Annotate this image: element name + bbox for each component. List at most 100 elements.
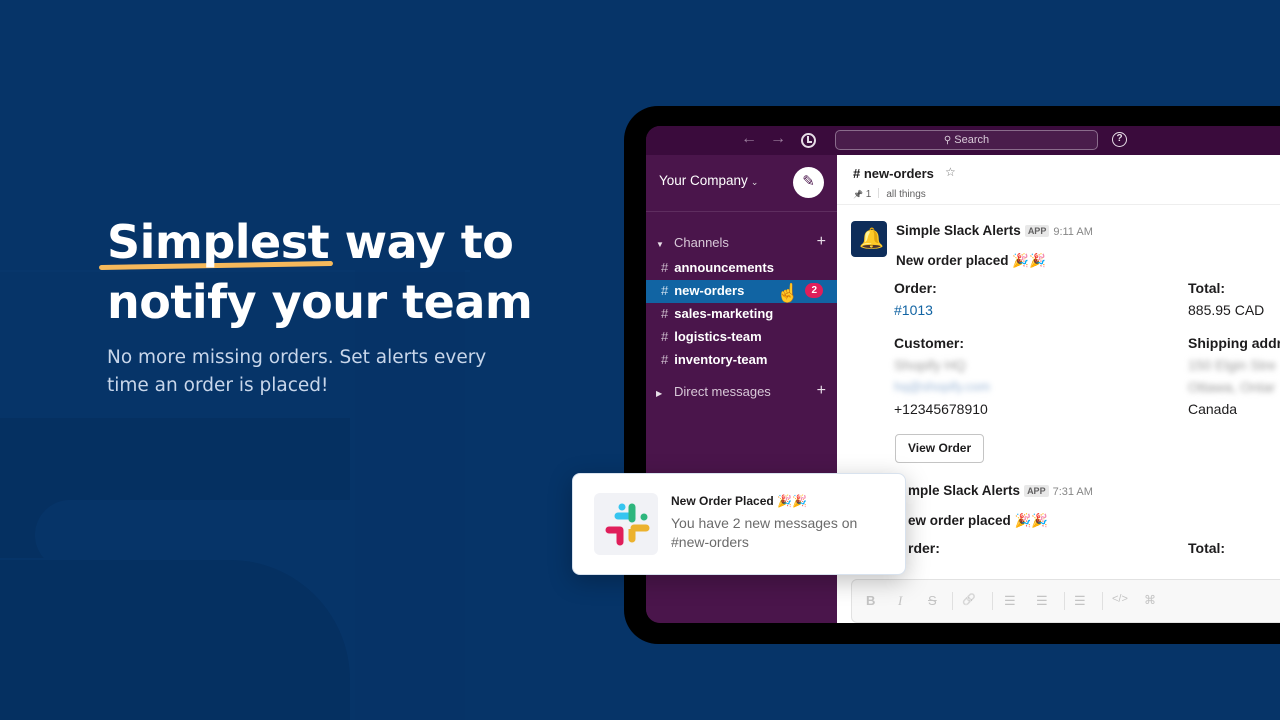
sidebar-item-logistics-team[interactable]: # logistics-team [646,326,837,349]
caret-right-icon: ▶ [656,389,663,398]
chevron-down-icon: ⌄ [750,177,759,187]
total-label: Total: [1188,280,1226,296]
bold-icon[interactable]: B [866,593,875,608]
unread-badge: 2 [805,283,823,298]
customer-name: Shopify HQ [894,357,966,373]
message-composer[interactable]: B I S 🔗 ☰ ☰ ☰ </> ⌘ [851,579,1280,623]
highlight-word: Simplest [107,215,330,269]
add-channel-icon[interactable]: + [817,233,826,251]
app-tag: APP [1024,225,1050,237]
customer-phone: +12345678910 [894,401,988,417]
direct-messages-section-header[interactable]: ▶ Direct messages + [656,382,826,400]
hero-title-line1-rest: way to [329,215,514,269]
meta-separator [878,188,880,198]
customer-label: Customer: [894,335,965,351]
titlebar: ← → ⚲ Search ? [646,126,1280,155]
notification-title: New Order Placed 🎉🎉 [671,494,807,508]
workspace-name: Your Company [659,173,748,188]
add-dm-icon[interactable]: + [817,382,826,400]
total-label: Total: [1188,540,1226,556]
toolbar-separator [992,592,993,610]
message-sender: Simple Slack Alerts APP 9:11 AM [896,223,1093,238]
desktop-notification[interactable]: New Order Placed 🎉🎉 You have 2 new messa… [572,473,906,575]
italic-icon[interactable]: I [898,593,902,609]
hand-cursor-icon: ☝ [776,283,799,303]
hash-icon: # [661,352,669,367]
shipping-line2: Ottawa, Ontar [1188,379,1276,395]
hash-icon: # [661,306,669,321]
pin-icon[interactable]: 📌 [853,190,863,199]
channel-title[interactable]: # new-orders [853,166,934,181]
channel-meta: 📌 1 all things [853,188,926,200]
hero-title: Simplest way to notify your team [98,212,533,332]
workspace-switcher[interactable]: Your Company ⌄ [659,173,758,188]
shipping-line1: 150 Elgin Stre [1188,357,1276,373]
hero-title-highlight: Simplest [98,212,334,272]
message-time[interactable]: 9:11 AM [1053,226,1093,238]
hash-icon: # [661,329,669,344]
code-block-icon[interactable]: ⌘ [1144,593,1156,607]
hash-icon: # [661,283,669,298]
compose-button[interactable]: ✎ [793,167,824,198]
channels-section-header[interactable]: ▼ Channels + [656,233,826,251]
channel-name: sales-marketing [674,306,774,321]
app-tag: APP [1024,485,1049,497]
channel-topic[interactable]: all things [886,189,925,200]
help-icon[interactable]: ? [1112,132,1127,147]
shipping-label: Shipping addre [1188,335,1280,351]
toolbar-separator [1064,592,1065,610]
bullet-list-icon[interactable]: ☰ [1036,593,1048,609]
message-time[interactable]: 7:31 AM [1053,486,1093,498]
star-icon[interactable]: ☆ [945,165,956,179]
sidebar-item-sales-marketing[interactable]: # sales-marketing [646,303,837,326]
bell-icon: 🔔 [859,228,884,250]
background-decoration [0,560,350,720]
message-title: ew order placed 🎉🎉 [908,513,1049,528]
channel-name: announcements [674,260,774,275]
order-number-link[interactable]: #1013 [894,302,933,318]
view-order-button[interactable]: View Order [895,434,985,463]
order-label: Order: [894,280,937,296]
channel-header: # new-orders ☆ 📌 1 all things [837,155,1280,205]
slack-logo-blue-dot [618,503,626,511]
notification-body: You have 2 new messages on #new-orders [671,515,858,550]
pinned-count[interactable]: 1 [866,189,872,200]
hero-title-line2: notify your team [107,275,533,329]
search-placeholder: Search [954,134,990,146]
app-avatar[interactable]: 🔔 [851,221,887,257]
ordered-list-icon[interactable]: ☰ [1004,593,1016,609]
sidebar-item-inventory-team[interactable]: # inventory-team [646,349,837,372]
sidebar-divider [646,211,837,212]
strikethrough-icon[interactable]: S [928,593,937,608]
toolbar-separator [952,592,953,610]
dm-header-label: Direct messages [674,384,771,399]
channel-name: new-orders [674,283,745,298]
slack-logo-svg [605,503,650,546]
code-icon[interactable]: </> [1112,593,1128,605]
toolbar-separator [1102,592,1103,610]
search-input[interactable]: ⚲ Search [835,130,1098,150]
message-title: New order placed 🎉🎉 [896,253,1046,268]
order-label: rder: [908,540,940,556]
slack-logo-green-dot [640,513,648,521]
sidebar-item-new-orders[interactable]: # new-orders ☝ 2 [646,280,837,303]
message-sender: mple Slack Alerts APP 7:31 AM [908,483,1093,498]
forward-arrow-icon[interactable]: → [770,130,786,148]
shipping-country: Canada [1188,401,1238,417]
customer-email[interactable]: hq@shopify.com [894,379,990,394]
hero-subtitle: No more missing orders. Set alerts every… [107,347,487,396]
channel-name: inventory-team [674,352,768,367]
blockquote-icon[interactable]: ☰ [1074,593,1086,609]
sender-name[interactable]: Simple Slack Alerts [896,223,1021,238]
channels-header-label: Channels [674,235,729,250]
caret-down-icon: ▼ [656,240,664,249]
channel-name: logistics-team [674,329,762,344]
compose-icon: ✎ [802,173,815,190]
sender-name[interactable]: mple Slack Alerts [908,483,1020,498]
search-icon: ⚲ [943,135,952,146]
back-arrow-icon[interactable]: ← [741,130,757,148]
sidebar-item-announcements[interactable]: # announcements [646,257,837,280]
hero-section: Simplest way to notify your team No more… [98,212,533,400]
history-clock-icon[interactable] [801,133,816,148]
link-icon[interactable]: 🔗 [962,593,976,606]
